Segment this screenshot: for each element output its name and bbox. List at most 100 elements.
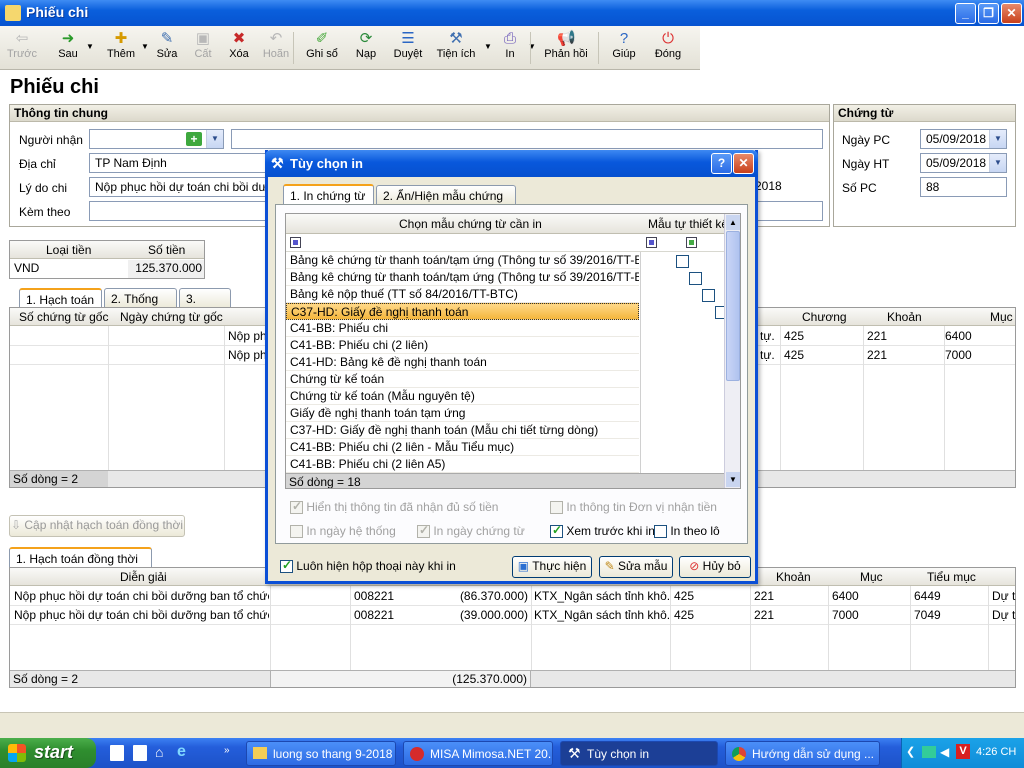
quicklaunch-doc-icon[interactable] (110, 745, 124, 761)
toolbar-button-10[interactable]: ⚒ Tiện ích (433, 28, 479, 68)
posting-date-dropdown[interactable]: ▼ (989, 154, 1006, 172)
dialog-close-button[interactable]: ✕ (733, 153, 754, 174)
opt-always[interactable]: Luôn hiện hộp thoại này khi in (280, 558, 456, 574)
template-item[interactable]: Bảng kê nộp thuế (TT số 84/2016/TT-BTC) (286, 286, 639, 303)
run-button[interactable]: ▣ Thực hiện (512, 556, 592, 578)
toolbar-button-13[interactable]: ? Giúp (607, 28, 641, 68)
template-item[interactable]: Bảng kê chứng từ thanh toán/tạm ứng (Thô… (286, 252, 639, 269)
toolbar-button-7[interactable]: ✐ Ghi sổ (302, 28, 342, 68)
template-item[interactable]: C41-BB: Phiếu chi (2 liên - Mẫu Tiểu mục… (286, 439, 639, 456)
cancel-button[interactable]: ⊘ Hủy bỏ (679, 556, 751, 578)
tienich-dropdown-icon[interactable]: ▼ (484, 42, 492, 51)
template-item[interactable]: C41-BB: Phiếu chi (2 liên A5) (286, 456, 639, 473)
payment-date-dropdown[interactable]: ▼ (989, 130, 1006, 148)
scroll-up-icon[interactable]: ▲ (726, 215, 740, 230)
filter-custom-icon[interactable] (646, 237, 657, 248)
ie-icon[interactable]: e (177, 743, 186, 761)
currency-type-value[interactable]: VND (14, 261, 39, 275)
template-item[interactable]: Chứng từ kế toán (286, 371, 639, 388)
template-item[interactable]: C41-BB: Phiếu chi (286, 320, 639, 337)
recipient-name-field[interactable] (231, 129, 823, 149)
opt-preview-checkbox[interactable] (550, 523, 563, 539)
recipient-field[interactable] (89, 129, 224, 149)
close-window-button[interactable]: ✕ (1001, 3, 1022, 24)
address-field[interactable]: TP Nam Định (89, 153, 289, 173)
toolbar-button-14[interactable]: ⏻ Đóng (648, 28, 688, 68)
toolbar-button-3[interactable]: ✎ Sửa (150, 28, 184, 68)
restore-button[interactable]: ❐ (978, 3, 999, 24)
opt-always-checkbox[interactable] (280, 558, 293, 574)
task-print-options[interactable]: ⚒ Tùy chọn in (560, 741, 718, 766)
tab-main-1[interactable]: 2. Thống kê (104, 288, 177, 320)
template-item[interactable]: C37-HD: Giấy đề nghị thanh toán (286, 303, 639, 320)
sau-dropdown-icon[interactable]: ▼ (86, 42, 94, 51)
currency-amount-value[interactable]: 125.370.000 (128, 260, 204, 278)
recipient-dropdown-button[interactable]: ▼ (206, 130, 223, 148)
toolbar-button-0[interactable]: ⇦ Trước (4, 28, 40, 68)
tray-collapse-icon[interactable]: ❮ (906, 745, 915, 758)
template-item[interactable]: Chứng từ kế toán (Mẫu nguyên tệ) (286, 388, 639, 405)
opt-recipient-checkbox[interactable] (550, 501, 563, 515)
tab-simultaneous[interactable]: 1. Hạch toán đồng thời (9, 547, 152, 567)
them-dropdown-icon[interactable]: ▼ (141, 42, 149, 51)
task-folder[interactable]: luong so thang 9-2018 (246, 741, 396, 766)
template-list-scrollbar[interactable]: ▲ ▼ (724, 214, 740, 488)
opt-sys-date-checkbox[interactable] (290, 525, 303, 539)
filter-all-icon[interactable] (290, 237, 301, 248)
template-item[interactable]: Bảng kê chứng từ thanh toán/tạm ứng (Thô… (286, 269, 639, 286)
edit-template-button[interactable]: ✎ Sửa mẫu (599, 556, 673, 578)
network-icon[interactable] (922, 746, 936, 758)
opt-always-label: Luôn hiện hộp thoại này khi in (296, 559, 456, 573)
table-row[interactable]: Nộp phục hồi dự toán chi bồi dưỡng ban t… (10, 587, 1015, 606)
opt-recipient[interactable]: In thông tin Đơn vị nhận tiền (550, 500, 717, 515)
add-recipient-icon[interactable]: + (186, 132, 202, 146)
opt-batch-checkbox[interactable] (654, 525, 667, 539)
toolbar-button-5[interactable]: ✖ Xóa (224, 28, 254, 68)
opt-show-full[interactable]: Hiển thị thông tin đã nhận đủ số tiền (290, 499, 498, 515)
toolbar-button-9[interactable]: ☰ Duyệt (389, 28, 427, 68)
toolbar-button-8[interactable]: ⟳ Nạp (351, 28, 381, 68)
col-chapter: Chương (802, 310, 847, 324)
quicklaunch-app-icon[interactable]: ⌂ (155, 744, 163, 760)
opt-batch[interactable]: In theo lô (654, 524, 720, 539)
tab-show-hide-templates[interactable]: 2. Ẩn/Hiện mẫu chứng từ (376, 185, 516, 217)
opt-sys-date[interactable]: In ngày hệ thống (290, 524, 396, 539)
opt-doc-date-checkbox[interactable] (417, 523, 430, 539)
template-custom-checkbox[interactable] (689, 272, 702, 286)
tab-print-voucher[interactable]: 1. In chứng từ (283, 184, 374, 204)
quicklaunch-doc2-icon[interactable] (133, 745, 147, 761)
tab-main-0[interactable]: 1. Hạch toán (19, 288, 102, 308)
dialog-help-button[interactable]: ? (711, 153, 732, 174)
tab-main-2[interactable]: 3. Thuế (179, 288, 231, 320)
reason-field[interactable]: Nộp phục hồi dự toán chi bồi dưỡng (89, 177, 289, 197)
minimize-button[interactable]: _ (955, 3, 976, 24)
toolbar-button-12[interactable]: 📢 Phản hồi (540, 28, 592, 68)
opt-preview[interactable]: Xem trước khi in (550, 523, 655, 539)
window-title-bar: Phiếu chi _ ❐ ✕ (0, 0, 1024, 26)
volume-icon[interactable]: ◀ (940, 745, 949, 759)
opt-show-full-checkbox[interactable] (290, 499, 303, 515)
template-custom-checkbox[interactable] (676, 255, 689, 269)
toolbar-button-4[interactable]: ▣ Cất (188, 28, 218, 68)
taskbar-expand-icon[interactable]: » (224, 745, 230, 756)
unikey-icon[interactable]: V (956, 744, 970, 759)
template-item[interactable]: C41-HD: Bảng kê đề nghị thanh toán (286, 354, 639, 371)
template-item[interactable]: Giấy đề nghị thanh toán tạm ứng (286, 405, 639, 422)
scroll-thumb[interactable] (726, 231, 740, 381)
template-item[interactable]: C37-HD: Giấy đề nghị thanh toán (Mẫu chi… (286, 422, 639, 439)
opt-doc-date[interactable]: In ngày chứng từ (417, 523, 525, 539)
voucher-number-field[interactable]: 88 (920, 177, 1007, 197)
task-misa[interactable]: MISA Mimosa.NET 20... (403, 741, 553, 766)
table-row[interactable]: Nộp phục hồi dự toán chi bồi dưỡng ban t… (10, 606, 1015, 625)
template-custom-checkbox[interactable] (702, 289, 715, 303)
template-item[interactable]: C41-BB: Phiếu chi (2 liên) (286, 337, 639, 354)
toolbar-button-1[interactable]: ➜ Sau (48, 28, 88, 68)
toolbar-button-6[interactable]: ↶ Hoãn (258, 28, 294, 68)
task-chrome[interactable]: Hướng dẫn sử dụng ... (725, 741, 880, 766)
toolbar-button-11[interactable]: ⎙ In (494, 28, 526, 68)
update-simultaneous-button[interactable]: ⇩ Cập nhật hạch toán đồng thời (9, 515, 185, 537)
scroll-down-icon[interactable]: ▼ (726, 472, 740, 487)
toolbar-button-2[interactable]: ✚ Thêm (100, 28, 142, 68)
start-button[interactable]: start (0, 738, 96, 768)
filter-check-icon[interactable] (686, 237, 697, 248)
